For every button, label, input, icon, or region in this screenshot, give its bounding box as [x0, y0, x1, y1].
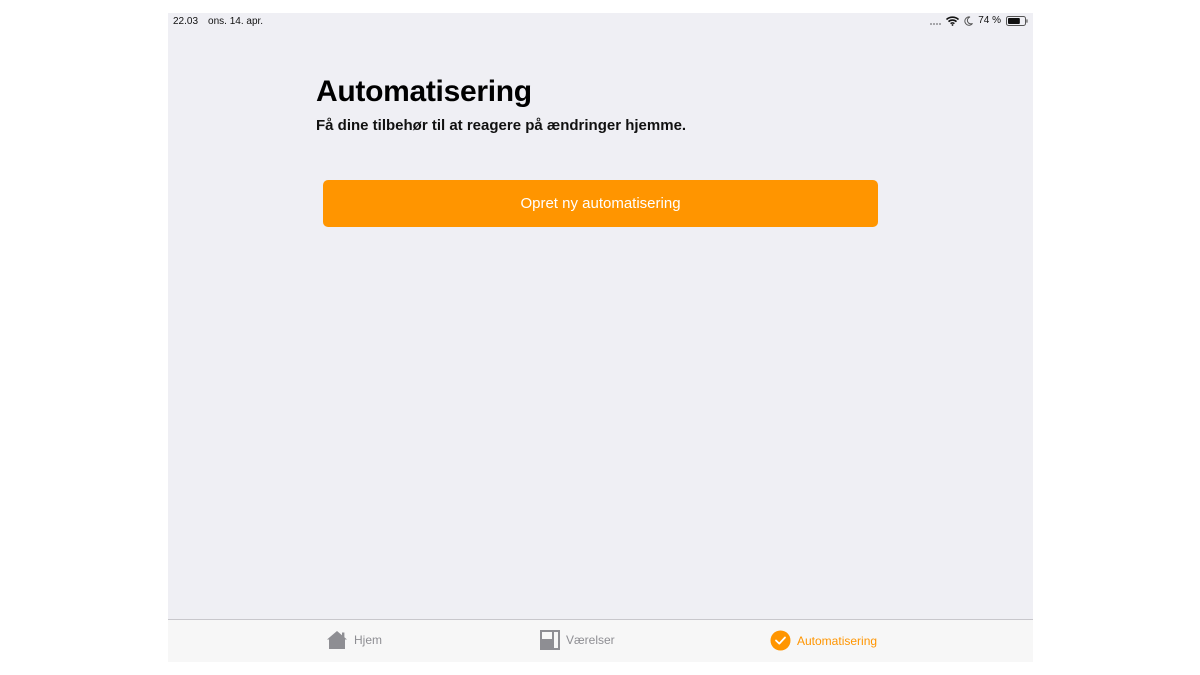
status-left: 22.03 ons. 14. apr. [173, 16, 263, 27]
status-time: 22.03 [173, 16, 199, 27]
status-date: ons. 14. apr. [208, 16, 264, 27]
tab-home[interactable]: Hjem [326, 630, 382, 650]
rooms-icon [540, 630, 560, 650]
tab-bar: Hjem Værelser Automatisering [168, 619, 1033, 662]
tab-rooms[interactable]: Værelser [540, 630, 615, 650]
ipad-screen: 22.03 ons. 14. apr. 74 % Automatisering … [168, 13, 1033, 662]
battery-icon [1006, 15, 1028, 26]
house-icon [326, 630, 348, 650]
moon-icon [964, 15, 974, 26]
create-automation-button[interactable]: Opret ny automatisering [323, 180, 878, 227]
battery-percent: 74 % [978, 15, 1001, 26]
tab-rooms-label: Værelser [566, 633, 615, 647]
page-subtitle: Få dine tilbehør til at reagere på ændri… [316, 117, 687, 134]
tab-automation-label: Automatisering [797, 633, 878, 648]
tab-home-label: Hjem [354, 633, 383, 647]
status-right: 74 % [930, 15, 1028, 26]
page-title: Automatisering [316, 75, 532, 108]
signal-icon [930, 16, 942, 26]
wifi-icon [946, 15, 960, 26]
status-bar: 22.03 ons. 14. apr. 74 % [168, 13, 1033, 31]
tab-automation[interactable]: Automatisering [770, 630, 877, 651]
automation-clock-icon [770, 630, 791, 651]
